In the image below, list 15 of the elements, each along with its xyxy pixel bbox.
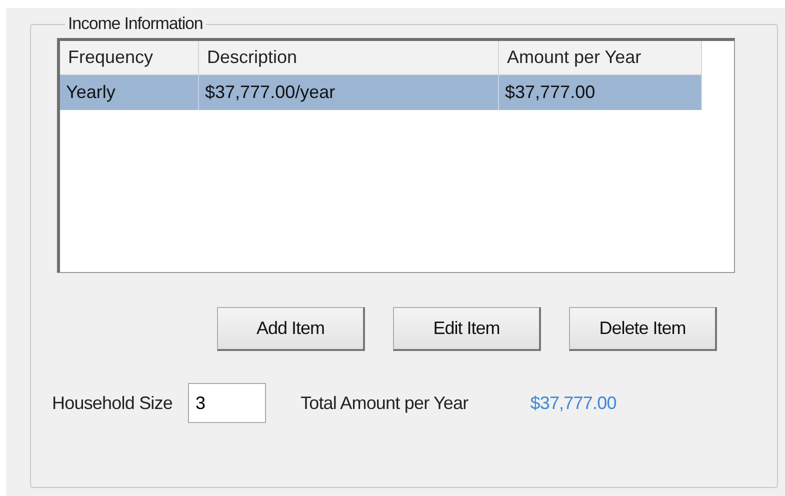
table-cell[interactable]: Yearly [60, 75, 199, 110]
item-button[interactable]: Delete Item [569, 307, 717, 351]
column-header[interactable]: Amount per Year [499, 41, 702, 75]
total-amount: $37,777.00 [530, 392, 616, 414]
column-header[interactable]: Frequency [60, 41, 199, 75]
household-size-field[interactable]: 3 [188, 383, 266, 423]
column-header[interactable]: Description [199, 41, 499, 75]
table-cell[interactable]: $37,777.00/year [199, 75, 499, 110]
item-button[interactable]: Edit Item [393, 307, 541, 351]
household-size-label: Household Size [52, 392, 172, 414]
list-view[interactable]: Frequency Description Amount per Year Yearly $37,777.00/year $37,777.00 [57, 38, 735, 273]
total-label: Total Amount per Year [300, 392, 468, 414]
item-button[interactable]: Add Item [217, 307, 365, 351]
table-cell[interactable]: $37,777.00 [499, 75, 702, 110]
group-title: Income Information [67, 14, 204, 34]
